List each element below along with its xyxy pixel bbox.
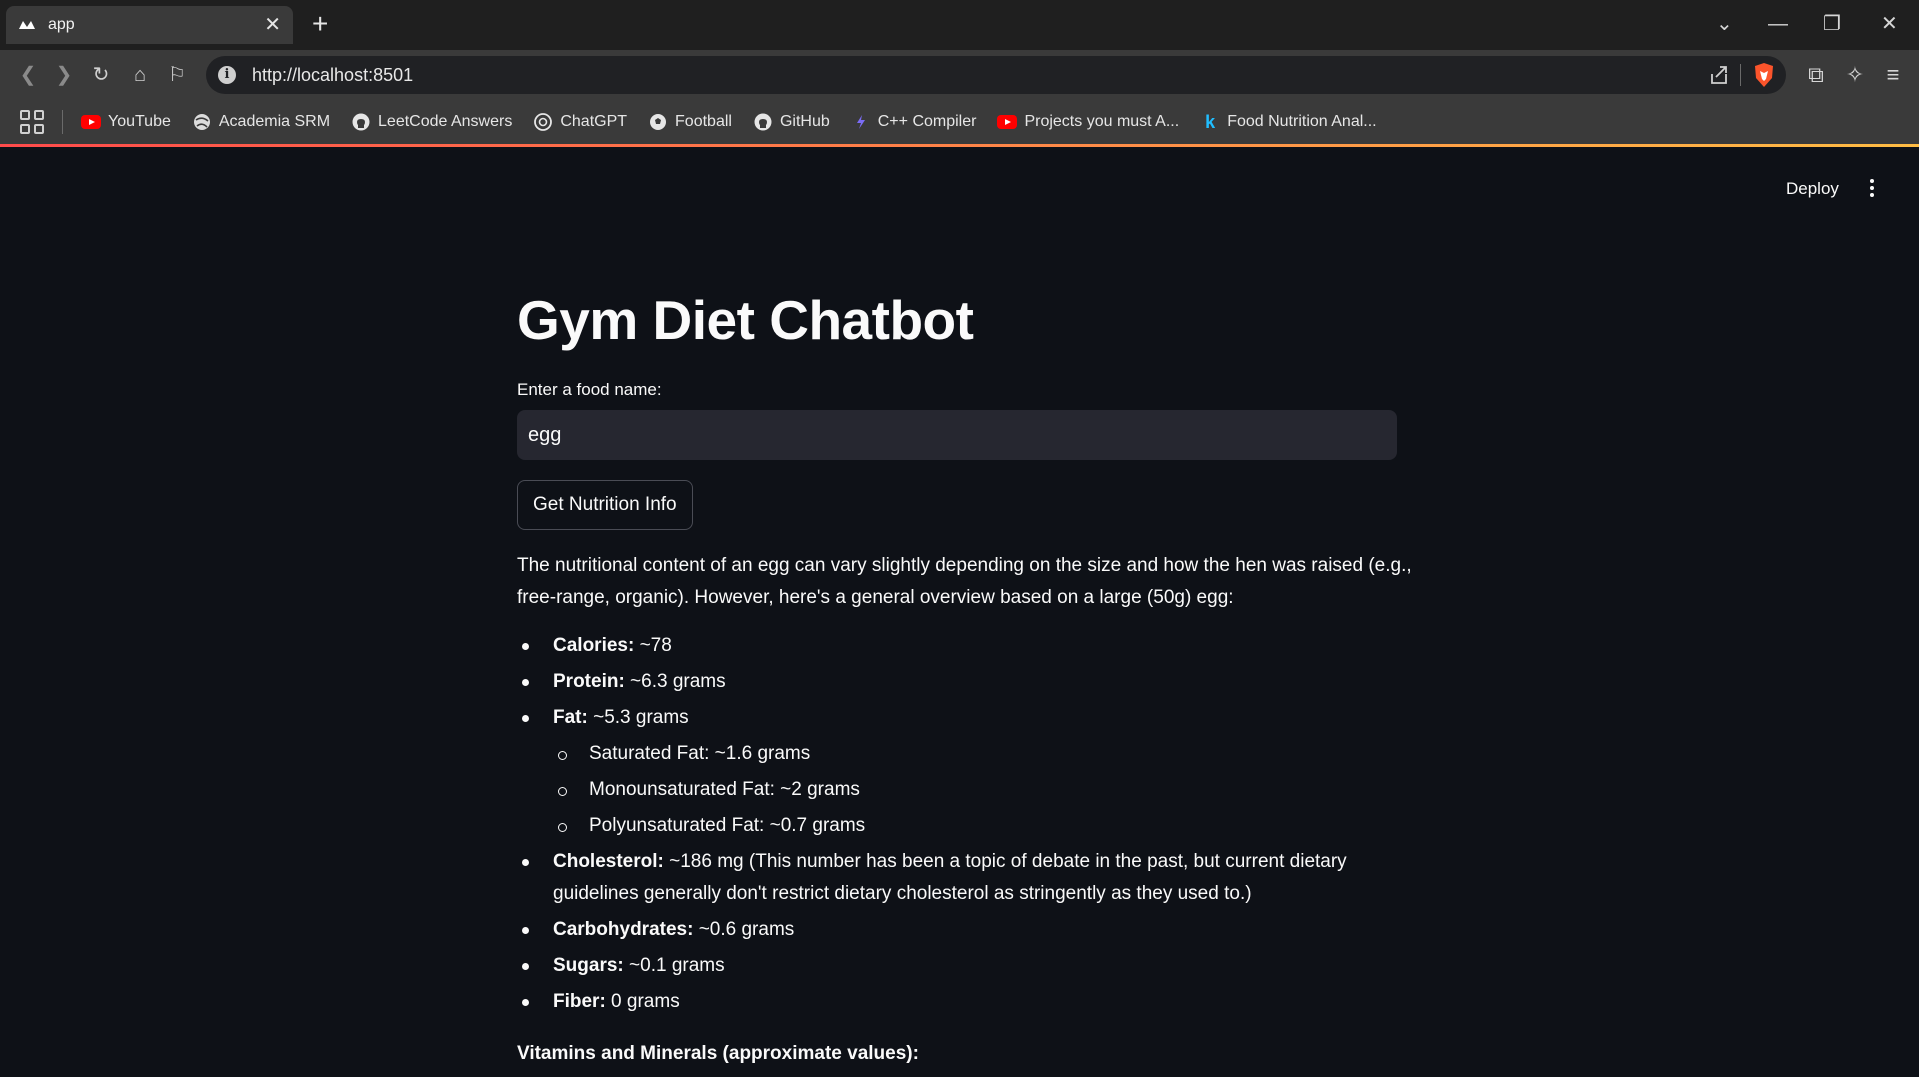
- deploy-button[interactable]: Deploy: [1786, 179, 1839, 199]
- bookmark-label: LeetCode Answers: [378, 113, 513, 130]
- openai-icon: [533, 112, 553, 132]
- bookmark-label: YouTube: [108, 113, 171, 130]
- bookmark-football[interactable]: Football: [648, 112, 732, 132]
- nutrient-name: Sugars:: [553, 955, 624, 976]
- apps-grid-icon[interactable]: [20, 110, 44, 134]
- main-menu-icon[interactable]: [1864, 175, 1880, 201]
- streamlit-icon: [19, 21, 35, 29]
- share-icon[interactable]: [1708, 64, 1730, 86]
- menu-icon[interactable]: ≡: [1880, 62, 1906, 88]
- back-icon[interactable]: ❮: [16, 63, 40, 87]
- nutrient-name: Calories:: [553, 635, 635, 656]
- nutrient-name: Carbohydrates:: [553, 919, 694, 940]
- bookmark-cpp-compiler[interactable]: C++ Compiler: [851, 112, 977, 132]
- nutrient-value: Monounsaturated Fat: ~2 grams: [589, 779, 860, 800]
- bookmark-leetcode-answers[interactable]: LeetCode Answers: [351, 112, 512, 132]
- home-icon[interactable]: ⌂: [128, 63, 152, 87]
- vitamins-heading: Vitamins and Minerals (approximate value…: [517, 1043, 919, 1064]
- brave-shields-icon[interactable]: [1752, 62, 1776, 88]
- reload-icon[interactable]: ↻: [89, 63, 113, 87]
- address-separator: [1740, 64, 1741, 86]
- list-item: Saturated Fat: ~1.6 grams: [517, 738, 1417, 770]
- url-text[interactable]: http://localhost:8501: [252, 65, 413, 86]
- bookmark-label: Football: [675, 113, 732, 130]
- nutrient-value: ~5.3 grams: [587, 707, 689, 728]
- bookmark-label: Academia SRM: [218, 113, 331, 130]
- nutrient-name: Cholesterol:: [553, 851, 664, 872]
- bookmark-label: Projects you must A...: [1024, 113, 1180, 130]
- github-icon: [351, 112, 371, 132]
- list-item: Carbohydrates: ~0.6 grams: [517, 914, 1417, 946]
- tab-app[interactable]: app ✕: [6, 6, 293, 44]
- list-item: Protein: ~6.3 grams: [517, 666, 1417, 698]
- leo-ai-icon[interactable]: ✧: [1842, 62, 1868, 88]
- youtube-icon: [81, 112, 101, 132]
- bookmark-projects[interactable]: Projects you must A...: [997, 112, 1179, 132]
- nutrient-value: ~6.3 grams: [624, 671, 726, 692]
- bookmark-youtube[interactable]: YouTube: [81, 112, 171, 132]
- bookmark-label: GitHub: [779, 113, 830, 130]
- football-icon: [648, 112, 668, 132]
- kaggle-icon: k: [1205, 111, 1216, 132]
- browser-toolbar: ❮ ❯ ↻ ⌂ ⚐ i http://localhost:8501 ⧉ ✧ ≡: [0, 50, 1919, 100]
- list-item: Cholesterol: ~186 mg (This number has be…: [517, 846, 1417, 910]
- tab-search-chevron-icon[interactable]: ⌄: [1716, 12, 1733, 36]
- bookmark-icon[interactable]: ⚐: [165, 63, 189, 87]
- site-info-icon[interactable]: i: [218, 66, 236, 84]
- close-tab-icon[interactable]: ✕: [264, 15, 281, 35]
- globe-icon: [192, 112, 212, 132]
- youtube-icon: [997, 112, 1018, 132]
- address-bar[interactable]: i http://localhost:8501: [206, 56, 1786, 94]
- compiler-icon: [851, 112, 871, 132]
- restore-icon[interactable]: ❐: [1823, 12, 1841, 36]
- nutrient-name: Protein:: [553, 671, 625, 692]
- streamlit-app: Deploy Gym Diet Chatbot Enter a food nam…: [0, 147, 1919, 1077]
- bookmark-academia-srm[interactable]: Academia SRM: [192, 112, 330, 132]
- bookmarks-separator: [62, 110, 63, 134]
- bookmark-food-nutrition[interactable]: k Food Nutrition Anal...: [1200, 112, 1376, 132]
- bookmark-github[interactable]: GitHub: [753, 112, 830, 132]
- bookmarks-bar: YouTube Academia SRM LeetCode Answers Ch…: [0, 100, 1919, 144]
- github-icon: [753, 112, 773, 132]
- nutrient-value: ~0.6 grams: [693, 919, 795, 940]
- nutrient-value: ~0.1 grams: [623, 955, 725, 976]
- tab-title: app: [48, 16, 75, 33]
- list-item: Fiber: 0 grams: [517, 986, 1417, 1018]
- list-item: Monounsaturated Fat: ~2 grams: [517, 774, 1417, 806]
- page-title: Gym Diet Chatbot: [517, 289, 974, 351]
- new-tab-icon[interactable]: +: [312, 10, 328, 38]
- extensions-icon[interactable]: ⧉: [1803, 62, 1829, 88]
- food-input-label: Enter a food name:: [517, 380, 662, 399]
- nutrient-value: Polyunsaturated Fat: ~0.7 grams: [589, 815, 866, 836]
- nutrient-name: Fat:: [553, 707, 588, 728]
- tab-strip: app ✕ + ⌄ — ❐ ✕: [0, 0, 1919, 50]
- get-nutrition-button[interactable]: Get Nutrition Info: [517, 480, 693, 530]
- nutrient-list: Calories: ~78 Protein: ~6.3 grams Fat: ~…: [517, 630, 1417, 1022]
- close-window-icon[interactable]: ✕: [1881, 12, 1898, 36]
- list-item: Polyunsaturated Fat: ~0.7 grams: [517, 810, 1417, 842]
- nutrient-value: 0 grams: [605, 991, 680, 1012]
- list-item: Fat: ~5.3 grams: [517, 702, 1417, 734]
- nutrition-intro: The nutritional content of an egg can va…: [517, 555, 1412, 608]
- nutrient-value: ~78: [634, 635, 672, 656]
- nutrient-value: Saturated Fat: ~1.6 grams: [589, 743, 811, 764]
- bookmark-chatgpt[interactable]: ChatGPT: [533, 112, 627, 132]
- nutrient-value: ~186 mg (This number has been a topic of…: [553, 851, 1347, 904]
- bookmark-label: Food Nutrition Anal...: [1227, 113, 1377, 130]
- list-item: Calories: ~78: [517, 630, 1417, 662]
- nutrient-name: Fiber:: [553, 991, 606, 1012]
- food-name-input[interactable]: [517, 410, 1397, 460]
- bookmark-label: ChatGPT: [560, 113, 628, 130]
- minimize-icon[interactable]: —: [1768, 12, 1788, 36]
- bookmark-label: C++ Compiler: [877, 113, 977, 130]
- forward-icon[interactable]: ❯: [52, 63, 76, 87]
- list-item: Sugars: ~0.1 grams: [517, 950, 1417, 982]
